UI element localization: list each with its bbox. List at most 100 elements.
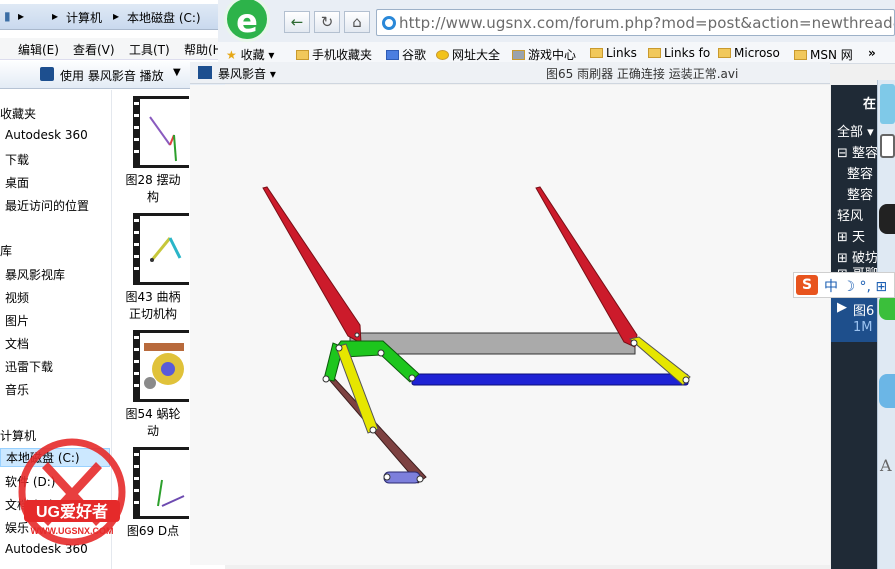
watermark-url: WWW.UGSNX.COM	[31, 526, 114, 536]
fav-label: MSN 网	[810, 48, 853, 62]
file-name-line: 图28 摆动	[125, 173, 181, 187]
nav-videos[interactable]: 视频	[5, 289, 29, 306]
nav-recent-places[interactable]: 最近访问的位置	[5, 197, 89, 214]
menu-view[interactable]: 查看(V)	[73, 41, 115, 58]
nav-autodesk-360[interactable]: Autodesk 360	[5, 128, 88, 142]
nav-downloads[interactable]: 下载	[5, 151, 29, 168]
ugsnx-watermark-logo: UG爱好者 WWW.UGSNX.COM	[18, 438, 126, 546]
file-name: 图43 曲柄 正切机构	[113, 289, 193, 323]
ime-mode-indicators[interactable]: 中 ☽ °, ⊞	[824, 276, 887, 296]
video-play-icon	[40, 67, 54, 81]
thumbnail-mechanism-image	[157, 479, 185, 507]
home-button[interactable]: ⌂	[344, 11, 370, 33]
right-wiper-arm	[535, 186, 638, 348]
game-icon	[512, 50, 525, 60]
refresh-button[interactable]: ↻	[314, 11, 340, 33]
chat-bubble-icon[interactable]	[880, 134, 895, 158]
video-thumbnail[interactable]	[133, 96, 190, 168]
blue-link	[411, 373, 689, 386]
play-with-button[interactable]: 使用 暴风影音 播放	[60, 67, 164, 84]
favorites-label: 收藏	[240, 48, 265, 62]
fav-label: Links	[606, 46, 637, 60]
panel-list-item[interactable]: ⊞ 天	[837, 226, 865, 245]
fav-item[interactable]: 谷歌	[386, 46, 426, 63]
nav-baofeng-library[interactable]: 暴风影视库	[5, 266, 65, 283]
nav-favorites[interactable]: 收藏夹	[0, 105, 36, 122]
breadcrumb-local-disk[interactable]: 本地磁盘 (C:)	[127, 9, 201, 26]
folder-icon	[296, 50, 309, 60]
watermark-text: UG爱好者	[36, 502, 108, 521]
folder-icon	[590, 48, 603, 58]
file-name-line: 构	[146, 190, 159, 204]
fav-item[interactable]: MSN 网	[794, 46, 853, 63]
font-a-icon[interactable]: A	[880, 456, 892, 475]
file-name-line: 正切机构	[128, 307, 177, 321]
fav-label: Microso	[734, 46, 780, 60]
menu-edit[interactable]: 编辑(E)	[18, 41, 59, 58]
selected-item-label: 图6	[853, 304, 875, 319]
fav-label: 谷歌	[402, 48, 427, 62]
fav-item[interactable]: 网址大全	[436, 46, 500, 63]
panel-list-item[interactable]: 轻风	[837, 205, 863, 224]
fav-label: 网址大全	[452, 48, 501, 62]
filter-all-dropdown[interactable]: 全部 ▾	[837, 121, 874, 140]
folder-icon	[794, 50, 807, 60]
explorer-address-bar[interactable]: ▮ ▸ ▸ ▸ 计算机 本地磁盘 (C:)	[0, 4, 225, 30]
weather-icon[interactable]	[879, 374, 895, 408]
player-icon	[198, 66, 212, 79]
menu-tools[interactable]: 工具(T)	[129, 41, 170, 58]
file-name: 图54 蜗轮动	[113, 406, 193, 440]
url-text: http://www.ugsnx.com/forum.php?mod=post&…	[399, 14, 895, 32]
sogou-ime-icon[interactable]: S	[796, 275, 818, 295]
ime-toolbar[interactable]: S 中 ☽ °, ⊞	[793, 272, 895, 298]
panel-top-label: 在	[863, 97, 877, 112]
panel-item-label: 整容	[852, 146, 879, 161]
fav-item[interactable]: 游戏中心	[512, 46, 576, 63]
folder-icon	[648, 48, 661, 58]
video-thumbnail[interactable]	[133, 330, 190, 402]
back-button[interactable]: ←	[284, 11, 310, 33]
explorer-menu-bar: 编辑(E) 查看(V) 工具(T) 帮助(H)	[0, 38, 225, 60]
file-name-line: 图43 曲柄	[125, 290, 181, 304]
panel-list-item[interactable]: ⊟ 整容	[837, 142, 878, 161]
qq-avatar-icon[interactable]	[880, 84, 895, 124]
video-thumbnail[interactable]	[133, 213, 190, 285]
favorites-bar: ★ 收藏 ▾ 手机收藏夹 谷歌 网址大全 游戏中心 Links Links fo…	[218, 42, 895, 64]
url-input[interactable]: http://www.ugsnx.com/forum.php?mod=post&…	[376, 9, 895, 36]
chevron-down-icon[interactable]: ▼	[173, 67, 181, 78]
fav-item[interactable]: Links fo	[648, 46, 710, 60]
file-name-line: 动	[146, 424, 159, 438]
nav-pictures[interactable]: 图片	[5, 312, 29, 329]
qq-contacts-strip: A	[877, 80, 895, 569]
player-title-bar: 暴风影音 ▾ 图65 雨刷器 正确连接 运装正常.avi	[190, 62, 830, 84]
player-menu-button[interactable]: 暴风影音 ▾	[218, 65, 276, 82]
favorites-overflow-button[interactable]: »	[868, 46, 876, 60]
breadcrumb-computer[interactable]: 计算机	[66, 9, 102, 26]
panel-list-item[interactable]: 整容	[847, 163, 873, 182]
nav-desktop[interactable]: 桌面	[5, 174, 29, 191]
browser-logo-letter: e	[236, 2, 258, 40]
video-canvas[interactable]	[190, 85, 830, 565]
nav-documents[interactable]: 文档	[5, 335, 29, 352]
nav-libraries[interactable]: 库	[0, 242, 12, 259]
plus-icon	[436, 50, 449, 60]
penguin-icon[interactable]	[879, 204, 895, 234]
wiper-linkage-animation-frame	[262, 186, 691, 484]
nav-music[interactable]: 音乐	[5, 381, 29, 398]
panel-list-item[interactable]: 整容	[847, 184, 873, 203]
folder-icon	[718, 48, 731, 58]
fav-item[interactable]: 手机收藏夹	[296, 46, 372, 63]
fav-label: 手机收藏夹	[312, 48, 373, 62]
fav-label: Links fo	[664, 46, 711, 60]
filter-label: 全部	[837, 125, 864, 140]
fav-label: 游戏中心	[528, 48, 577, 62]
nav-thunder-downloads[interactable]: 迅雷下载	[5, 358, 53, 375]
file-name: 图28 摆动构	[113, 172, 193, 206]
file-name-line: 图69 D点	[126, 524, 180, 538]
folder-icon: ▮	[4, 9, 11, 23]
left-wiper-arm	[262, 186, 362, 344]
fav-item[interactable]: Microso	[718, 46, 780, 60]
favorites-menu[interactable]: ★ 收藏 ▾	[226, 46, 274, 63]
video-thumbnail[interactable]	[133, 447, 190, 519]
fav-item[interactable]: Links	[590, 46, 637, 60]
